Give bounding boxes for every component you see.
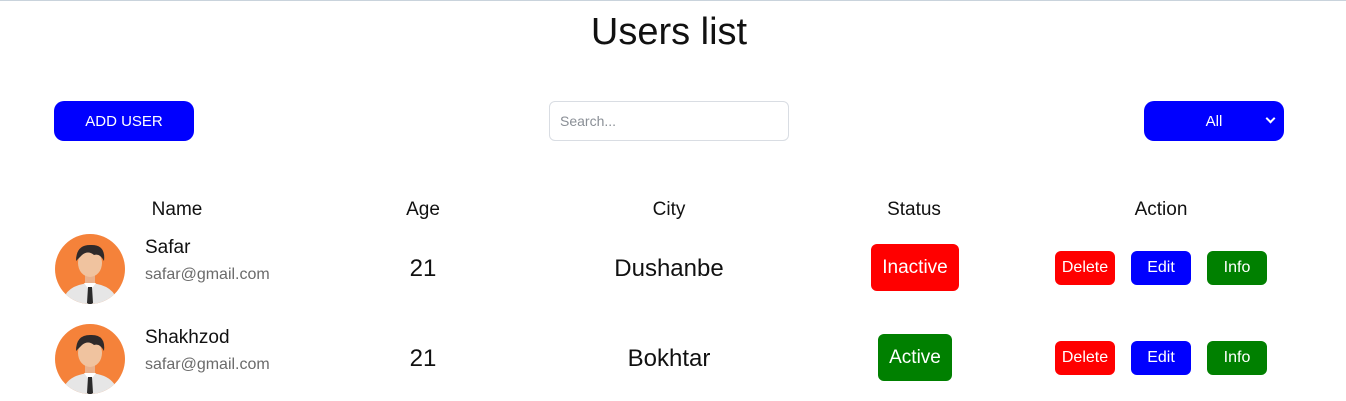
chevron-down-icon bbox=[1265, 113, 1276, 124]
user-avatar bbox=[55, 234, 125, 304]
add-user-button[interactable]: ADD USER bbox=[54, 101, 194, 141]
status-badge[interactable]: Inactive bbox=[871, 244, 959, 291]
table-row: Safar safar@gmail.com 21 Dushanbe Inacti… bbox=[0, 233, 1346, 305]
info-button[interactable]: Info bbox=[1207, 341, 1267, 375]
user-avatar bbox=[55, 324, 125, 394]
delete-button[interactable]: Delete bbox=[1055, 251, 1115, 285]
column-header-city: City bbox=[652, 199, 686, 220]
info-button[interactable]: Info bbox=[1207, 251, 1267, 285]
user-email: safar@gmail.com bbox=[145, 266, 270, 283]
column-header-status: Status bbox=[887, 199, 941, 220]
page-title: Users list bbox=[590, 11, 748, 53]
user-name: Safar bbox=[145, 237, 191, 258]
edit-button[interactable]: Edit bbox=[1131, 251, 1191, 285]
column-header-action: Action bbox=[1134, 199, 1188, 220]
column-header-name: Name bbox=[151, 199, 203, 220]
edit-button[interactable]: Edit bbox=[1131, 341, 1191, 375]
user-age: 21 bbox=[409, 255, 437, 282]
user-age: 21 bbox=[409, 345, 437, 372]
filter-selected-value: All bbox=[1205, 112, 1223, 130]
user-city: Dushanbe bbox=[614, 255, 724, 282]
status-badge[interactable]: Active bbox=[878, 334, 952, 381]
column-header-age: Age bbox=[406, 199, 440, 220]
user-city: Bokhtar bbox=[627, 345, 711, 372]
status-filter-select[interactable]: All bbox=[1144, 101, 1284, 141]
user-name: Shakhzod bbox=[145, 327, 230, 348]
table-row: Shakhzod safar@gmail.com 21 Bokhtar Acti… bbox=[0, 323, 1346, 395]
user-email: safar@gmail.com bbox=[145, 356, 270, 373]
search-input[interactable] bbox=[549, 101, 789, 141]
delete-button[interactable]: Delete bbox=[1055, 341, 1115, 375]
